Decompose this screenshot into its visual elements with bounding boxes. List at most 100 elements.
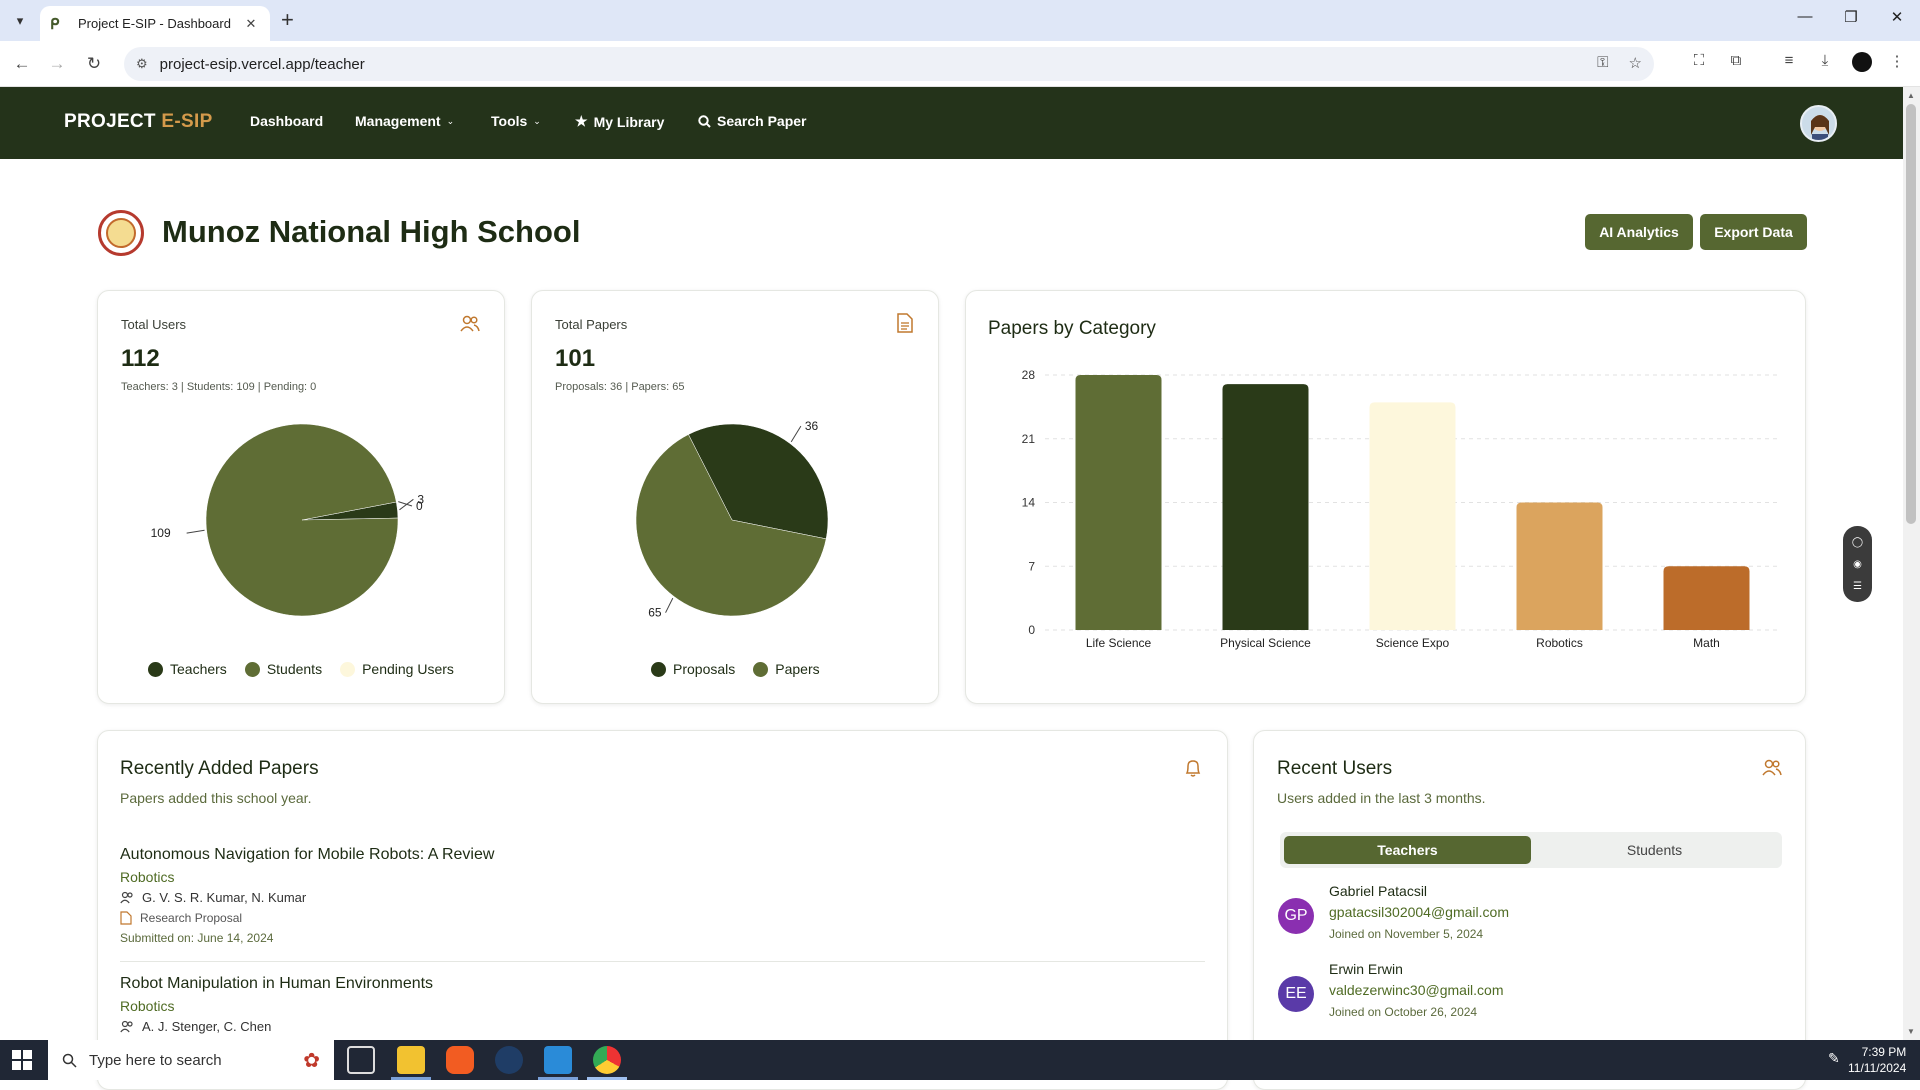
paper-category: Robotics (120, 869, 175, 885)
ai-analytics-button[interactable]: AI Analytics (1585, 214, 1693, 250)
menu-kebab-icon[interactable]: ⋮ (1885, 52, 1909, 70)
taskbar-search-placeholder[interactable]: Type here to search (89, 1052, 222, 1069)
y-tick-label: 28 (1022, 368, 1036, 382)
search-icon (62, 1053, 77, 1068)
taskbar-search-box[interactable]: Type here to search ✿ (48, 1040, 334, 1080)
vscode-icon[interactable] (544, 1046, 572, 1074)
restore-button[interactable]: ❐ (1836, 8, 1866, 26)
brave-browser-icon[interactable] (446, 1046, 474, 1074)
file-explorer-icon[interactable] (397, 1046, 425, 1074)
nav-dashboard-label: Dashboard (250, 113, 324, 129)
extensions-icon[interactable]: ⧉ (1724, 52, 1748, 69)
user-email[interactable]: gpatacsil302004@gmail.com (1329, 904, 1509, 920)
bar-chart-title: Papers by Category (988, 318, 1156, 339)
legend-item[interactable]: Students (244, 661, 322, 677)
list-icon[interactable]: ☰ (1853, 581, 1862, 592)
scroll-up-arrow-icon[interactable]: ▲ (1907, 91, 1915, 100)
tab-teachers[interactable]: Teachers (1284, 836, 1531, 864)
chrome-icon[interactable] (593, 1046, 621, 1074)
user-avatar[interactable] (1800, 105, 1837, 142)
bar-life-science[interactable] (1075, 375, 1162, 630)
paper-title[interactable]: Robot Manipulation in Human Environments (120, 975, 1205, 993)
x-tick-label: Life Science (1086, 636, 1152, 650)
new-tab-button[interactable]: + (281, 9, 294, 31)
browser-profile-avatar[interactable] (1852, 52, 1872, 72)
nav-my-library[interactable]: ★ My Library (575, 113, 664, 130)
export-data-button[interactable]: Export Data (1700, 214, 1807, 250)
user-name: Erwin Erwin (1329, 961, 1403, 977)
recent-papers-description: Papers added this school year. (120, 790, 312, 806)
nav-management[interactable]: Management ⌄ (355, 113, 454, 129)
nav-search-paper[interactable]: Search Paper (698, 113, 807, 129)
steam-icon[interactable] (495, 1046, 523, 1074)
media-queue-icon[interactable]: ≡ (1777, 52, 1801, 69)
paper-authors-row: A. J. Stenger, C. Chen (120, 1019, 1205, 1034)
screenshot-icon[interactable]: ⛶ (1687, 52, 1711, 69)
back-icon[interactable]: ← (10, 52, 34, 76)
pen-icon[interactable]: ✎ (1828, 1050, 1840, 1067)
tab-close-icon[interactable]: ✕ (242, 16, 260, 32)
reload-icon[interactable]: ↻ (82, 52, 106, 76)
scroll-down-arrow-icon[interactable]: ▼ (1907, 1027, 1915, 1036)
windows-start-icon[interactable] (12, 1050, 32, 1070)
chat-bubble-icon[interactable]: ◯ (1852, 537, 1863, 548)
tab-students[interactable]: Students (1531, 836, 1778, 864)
nav-tools[interactable]: Tools ⌄ (491, 113, 541, 129)
nav-dashboard[interactable]: Dashboard (250, 113, 323, 129)
taskbar-clock[interactable]: 7:39 PM 11/11/2024 (1848, 1044, 1906, 1076)
clock-time: 7:39 PM (1861, 1045, 1907, 1059)
chevron-down-icon: ⌄ (533, 115, 541, 126)
paper-item[interactable]: Autonomous Navigation for Mobile Robots:… (120, 846, 1205, 945)
paper-category: Robotics (120, 998, 175, 1014)
total-users-label: Total Users (121, 317, 187, 332)
bar-science-expo[interactable] (1369, 402, 1456, 630)
bell-icon[interactable] (1184, 758, 1202, 778)
users-legend: Teachers Students Pending Users (148, 661, 454, 677)
legend-item[interactable]: Proposals (651, 661, 735, 677)
brand-main-text: PROJECT (64, 111, 162, 132)
omnibox[interactable]: ⚙ project-esip.vercel.app/teacher ⚿ ☆ (124, 47, 1654, 81)
y-tick-label: 21 (1022, 432, 1036, 446)
user-joined-date: Joined on November 5, 2024 (1329, 927, 1484, 941)
brand-logo[interactable]: PROJECT E-SIP (64, 111, 213, 133)
users-icon (1762, 759, 1782, 776)
authors-icon (120, 891, 133, 903)
minimize-button[interactable]: — (1790, 8, 1820, 25)
x-tick-label: Robotics (1536, 636, 1583, 650)
star-icon: ★ (575, 113, 588, 129)
nav-my-library-label: My Library (593, 113, 665, 130)
legend-label: Pending Users (362, 661, 454, 677)
nav-tools-label: Tools (491, 113, 528, 129)
bar-physical-science[interactable] (1222, 384, 1309, 630)
legend-swatch (340, 661, 356, 677)
task-view-icon[interactable] (347, 1046, 375, 1074)
user-email[interactable]: valdezerwinc30@gmail.com (1329, 982, 1504, 998)
bar-robotics[interactable] (1516, 502, 1603, 631)
legend-item[interactable]: Teachers (148, 661, 227, 677)
scrollbar-thumb[interactable] (1906, 104, 1916, 524)
search-icon (698, 114, 711, 128)
downloads-icon[interactable]: ⤓ (1813, 52, 1837, 69)
paper-title[interactable]: Autonomous Navigation for Mobile Robots:… (120, 846, 1205, 864)
url-text[interactable]: project-esip.vercel.app/teacher (160, 56, 365, 73)
browser-tab[interactable]: ᑭ Project E-SIP - Dashboard ✕ (40, 6, 270, 41)
pie-slice-students[interactable] (205, 423, 399, 617)
window-close-button[interactable]: ✕ (1882, 8, 1912, 26)
user-name: Gabriel Patacsil (1329, 883, 1428, 899)
app-navbar: PROJECT E-SIP Dashboard Management ⌄ Tool… (0, 87, 1903, 159)
paper-item[interactable]: Robot Manipulation in Human Environments… (120, 975, 1205, 1034)
user-type-tabs: Teachers Students (1280, 832, 1782, 868)
tab-search-chevron-icon[interactable]: ▾ (8, 9, 32, 33)
legend-item[interactable]: Pending Users (340, 661, 454, 677)
bar-math[interactable] (1663, 566, 1750, 630)
floating-toolbar: ◯ ◉ ☰ (1843, 526, 1872, 602)
legend-swatch (651, 661, 666, 677)
forward-icon[interactable]: → (45, 52, 69, 76)
bookmark-star-icon[interactable]: ☆ (1629, 54, 1642, 72)
toggle-icon[interactable]: ◉ (1853, 559, 1862, 570)
nav-management-label: Management (355, 113, 441, 129)
legend-item[interactable]: Papers (753, 661, 820, 677)
site-info-icon[interactable]: ⚙ (136, 56, 148, 72)
password-key-icon[interactable]: ⚿ (1597, 54, 1608, 72)
legend-label: Teachers (170, 661, 227, 677)
